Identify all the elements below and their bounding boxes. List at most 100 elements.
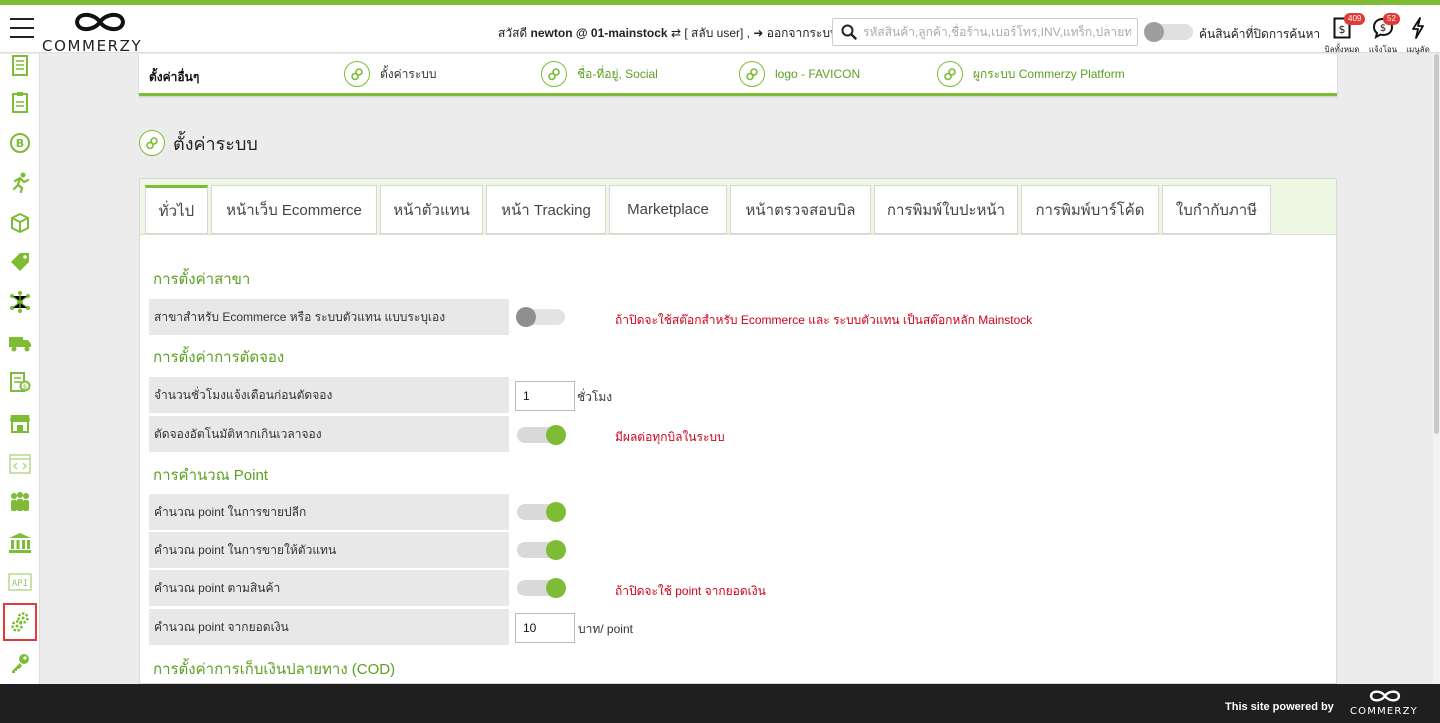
toggle-knob	[546, 502, 566, 522]
switch-user-link[interactable]: ⇄ [ สลับ user]	[671, 26, 747, 40]
sidebar-people-icon[interactable]	[8, 490, 32, 514]
settings-panel: ทั่วไป หน้าเว็บ Ecommerce หน้าตัวแทน หน้…	[139, 178, 1337, 684]
point-retail-toggle[interactable]	[517, 502, 566, 522]
subnav-logo-favicon-link[interactable]: logo - FAVICON	[739, 60, 860, 88]
sidebar-code-icon[interactable]	[8, 452, 32, 476]
sidebar-tag-icon[interactable]	[8, 250, 32, 274]
subnav-link-label: ตั้งค่าระบบ	[380, 66, 437, 81]
reserve-alert-hours-label: จำนวนชั่วโมงแจ้งเตือนก่อนตัดจอง	[149, 377, 509, 413]
sidebar-clipboard-icon[interactable]	[8, 90, 32, 114]
toggle-knob	[546, 425, 566, 445]
tab-label-printing[interactable]: การพิมพ์ใบปะหน้า	[874, 185, 1018, 234]
notify-label: แจ้งโอน	[1368, 45, 1398, 54]
point-by-product-toggle[interactable]	[517, 578, 566, 598]
tab-tracking[interactable]: หน้า Tracking	[486, 185, 606, 234]
transfer-notify-button[interactable]: $ 52 แจ้งโอน	[1363, 13, 1403, 55]
commerzy-logo[interactable]: COMMERZY	[42, 7, 158, 55]
branch-custom-note: ถ้าปิดจะใช้สต๊อกสำหรับ Ecommerce และ ระบ…	[615, 313, 1033, 327]
user-greeting: สวัสดี newton @ 01-mainstock ⇄ [ สลับ us…	[498, 26, 838, 40]
subnav-link-label: ชื่อ-ที่อยู่, Social	[577, 66, 658, 81]
svg-text:API: API	[12, 579, 28, 589]
footer: This site powered by COMMERZY	[0, 684, 1440, 723]
sidebar-store-icon[interactable]	[8, 411, 32, 435]
auto-cancel-reserve-label: ตัดจองอัตโนมัติหากเกินเวลาจอง	[149, 416, 509, 452]
gears-icon	[541, 61, 567, 87]
gears-icon	[937, 61, 963, 87]
sidebar-box-icon[interactable]	[8, 211, 32, 235]
all-bills-button[interactable]: $ 409 บิลทั้งหมด	[1322, 13, 1366, 55]
settings-subnav: ตั้งค่าอื่นๆ ตั้งค่าระบบ ชื่อ-ที่อยู่, S…	[139, 54, 1337, 96]
subnav-address-social-link[interactable]: ชื่อ-ที่อยู่, Social	[541, 60, 658, 88]
point-by-amount-label: คำนวณ point จากยอดเงิน	[149, 609, 509, 645]
point-by-product-label: คำนวณ point ตามสินค้า	[149, 570, 509, 606]
tab-bill-check[interactable]: หน้าตรวจสอบบิล	[730, 185, 871, 234]
branch-custom-toggle[interactable]	[516, 307, 565, 327]
sidebar-truck-icon[interactable]	[8, 331, 32, 355]
auto-cancel-reserve-toggle[interactable]	[517, 425, 566, 445]
search-icon[interactable]	[841, 24, 857, 40]
subnav-link-label: logo - FAVICON	[775, 67, 861, 81]
point-by-amount-unit: บาท/ point	[578, 622, 633, 636]
sidebar-bank-icon[interactable]	[8, 531, 32, 555]
tab-agent-page[interactable]: หน้าตัวแทน	[380, 185, 483, 234]
tab-tax-invoice[interactable]: ใบกำกับภาษี	[1162, 185, 1271, 234]
point-agent-toggle[interactable]	[517, 540, 566, 560]
logout-label: ออกจากระบบ	[766, 26, 838, 40]
sidebar-runner-icon[interactable]	[8, 170, 32, 194]
footer-logo-text: COMMERZY	[1350, 706, 1418, 717]
scrollbar-thumb[interactable]	[1434, 54, 1439, 434]
svg-text:$: $	[1380, 23, 1386, 34]
gears-icon	[344, 61, 370, 87]
tab-barcode-printing[interactable]: การพิมพ์บาร์โค้ด	[1021, 185, 1159, 234]
reserve-alert-hours-input[interactable]	[515, 381, 575, 411]
section-branch-heading: การตั้งค่าสาขา	[153, 271, 251, 288]
sidebar: B $ API	[0, 54, 40, 684]
subnav-link-label: ผูกระบบ Commerzy Platform	[973, 66, 1125, 81]
subnav-title: ตั้งค่าอื่นๆ	[149, 70, 200, 84]
subnav-system-settings-link[interactable]: ตั้งค่าระบบ	[344, 60, 437, 88]
page-scrollbar[interactable]	[1433, 54, 1440, 684]
reserve-alert-hours-unit: ชั่วโมง	[577, 390, 613, 404]
tab-general[interactable]: ทั่วไป	[145, 185, 208, 234]
sidebar-document-icon[interactable]	[8, 54, 32, 78]
page-title: ตั้งค่าระบบ	[173, 133, 258, 154]
sidebar-key-icon[interactable]	[8, 651, 32, 675]
subnav-commerzy-platform-link[interactable]: ผูกระบบ Commerzy Platform	[937, 60, 1125, 88]
sidebar-network-icon[interactable]	[8, 290, 32, 314]
lightning-icon	[1412, 17, 1424, 39]
point-retail-label: คำนวณ point ในการขายปลีก	[149, 494, 509, 530]
branch-custom-label: สาขาสำหรับ Ecommerce หรือ ระบบตัวแทน แบบ…	[149, 299, 509, 335]
logout-link[interactable]: ➜ ออกจากระบบ	[753, 26, 837, 40]
sidebar-api-icon[interactable]: API	[8, 570, 32, 594]
toggle-knob	[546, 540, 566, 560]
tab-ecommerce-web[interactable]: หน้าเว็บ Ecommerce	[211, 185, 377, 234]
toggle-knob	[516, 307, 536, 327]
sidebar-settings-gears-icon[interactable]	[3, 603, 37, 641]
infinity-logo-icon	[74, 12, 126, 32]
gears-icon	[739, 61, 765, 87]
tab-marketplace[interactable]: Marketplace	[609, 185, 727, 234]
footer-logo: COMMERZY	[1350, 688, 1420, 720]
toggle-knob	[546, 578, 566, 598]
gears-icon	[139, 130, 165, 156]
search-hidden-products-toggle[interactable]	[1144, 22, 1193, 42]
hamburger-menu-icon[interactable]	[10, 18, 34, 38]
sidebar-report-icon[interactable]: $	[8, 370, 32, 394]
header: COMMERZY สวัสดี newton @ 01-mainstock ⇄ …	[0, 5, 1440, 55]
logo-text: COMMERZY	[42, 37, 143, 55]
logout-icon: ➜	[753, 26, 764, 40]
point-agent-label: คำนวณ point ในการขายให้ตัวแทน	[149, 532, 509, 568]
switch-user-label: [ สลับ user]	[684, 26, 744, 40]
point-by-product-note: ถ้าปิดจะใช้ point จากยอดเงิน	[615, 584, 766, 598]
shortcut-menu-button[interactable]: เมนูลัด	[1398, 15, 1438, 55]
search-input[interactable]	[863, 23, 1131, 41]
shortcut-label: เมนูลัด	[1406, 45, 1430, 54]
point-by-amount-input[interactable]	[515, 613, 575, 643]
sidebar-baht-coin-icon[interactable]: B	[8, 131, 32, 155]
powered-by-text: This site powered by	[1225, 701, 1334, 713]
page-title-row: ตั้งค่าระบบ	[139, 129, 258, 157]
auto-cancel-reserve-note: มีผลต่อทุกบิลในระบบ	[615, 430, 725, 444]
settings-tabbar: ทั่วไป หน้าเว็บ Ecommerce หน้าตัวแทน หน้…	[140, 179, 1336, 235]
infinity-logo-icon	[1369, 690, 1401, 702]
section-reservation-heading: การตั้งค่าการตัดจอง	[153, 349, 285, 366]
